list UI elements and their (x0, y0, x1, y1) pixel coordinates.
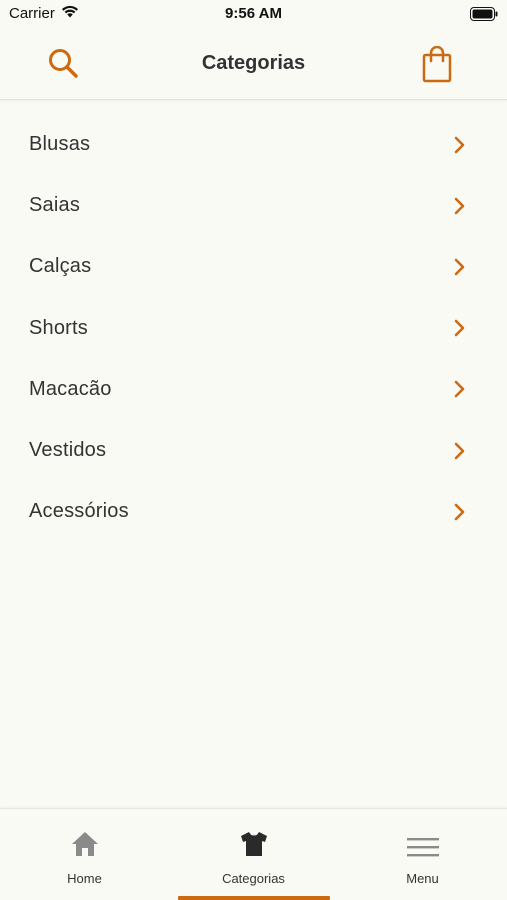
category-label: Macacão (29, 377, 112, 400)
battery-icon (470, 7, 498, 26)
chevron-right-icon (454, 381, 465, 398)
active-tab-indicator (178, 896, 330, 900)
tab-label: Menu (406, 871, 439, 886)
tab-home[interactable]: Home (0, 809, 169, 900)
tab-categorias[interactable]: Categorias (169, 809, 338, 900)
chevron-right-icon (454, 197, 465, 215)
category-item-saias[interactable]: Saias (0, 175, 507, 236)
category-item-blusas[interactable]: Blusas (0, 114, 507, 175)
shopping-bag-button[interactable] (420, 45, 454, 84)
chevron-right-icon (454, 503, 465, 521)
status-bar: Carrier 9:56 AM (0, 0, 507, 28)
bottom-tab-bar: Home Categorias Menu (0, 808, 507, 900)
category-item-shorts[interactable]: Shorts (0, 298, 507, 359)
category-list: Blusas Saias Calças Shorts Macacão Vesti… (0, 114, 507, 542)
status-time: 9:56 AM (225, 5, 282, 22)
shopping-bag-icon (422, 45, 452, 83)
tab-menu[interactable]: Menu (338, 809, 507, 900)
nav-header: Categorias (0, 28, 507, 100)
category-item-macacao[interactable]: Macacão (0, 359, 507, 420)
tab-label: Home (67, 871, 102, 886)
chevron-right-icon (454, 319, 465, 337)
category-item-calcas[interactable]: Calças (0, 236, 507, 297)
tab-label: Categorias (222, 871, 285, 886)
chevron-right-icon (454, 136, 465, 153)
category-label: Vestidos (29, 439, 107, 462)
category-label: Saias (29, 194, 81, 217)
home-icon (71, 832, 98, 856)
tshirt-icon (240, 832, 267, 856)
chevron-right-icon (454, 442, 465, 459)
category-item-acessorios[interactable]: Acessórios (0, 481, 507, 542)
category-label: Calças (29, 255, 92, 278)
category-item-vestidos[interactable]: Vestidos (0, 420, 507, 481)
category-label: Shorts (29, 316, 89, 339)
category-label: Blusas (29, 133, 91, 156)
category-label: Acessórios (29, 500, 129, 523)
categories-screen: Carrier 9:56 AM Categorias Blusas Saias … (0, 0, 507, 900)
chevron-right-icon (454, 258, 465, 276)
hamburger-menu-icon (406, 838, 439, 857)
